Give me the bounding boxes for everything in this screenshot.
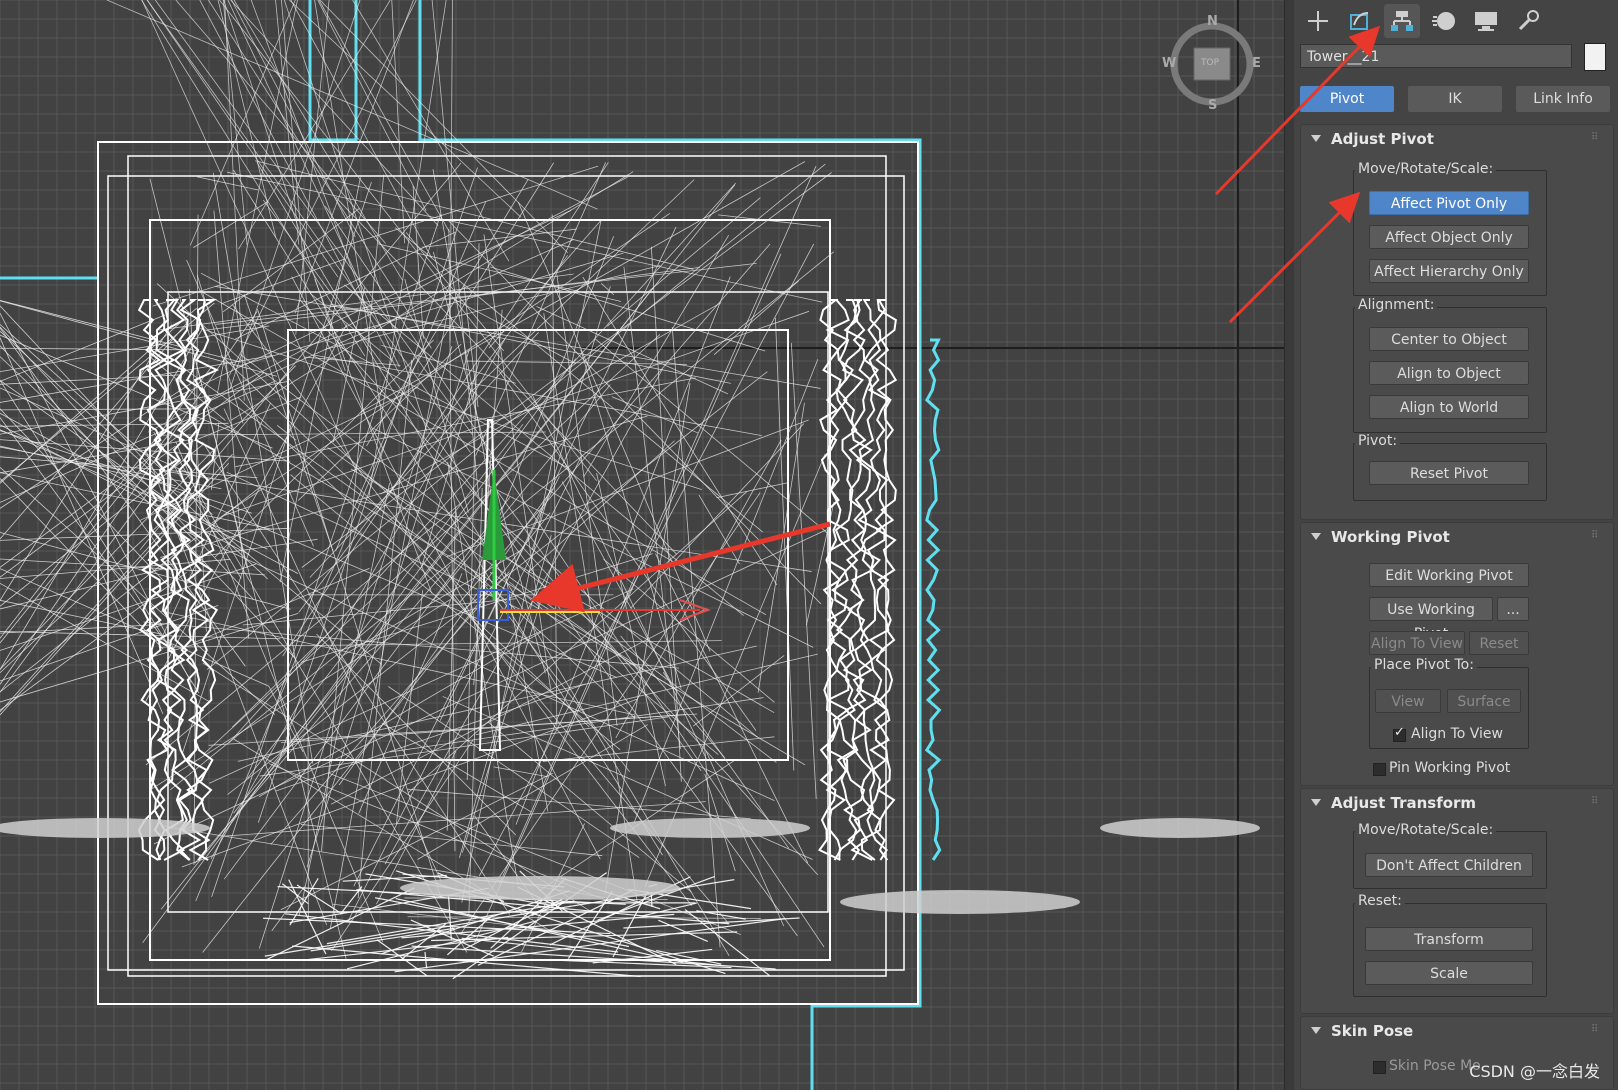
group-label: Place Pivot To:: [1371, 657, 1477, 673]
edit-working-pivot-button[interactable]: Edit Working Pivot: [1369, 563, 1529, 587]
affect-hierarchy-only-button[interactable]: Affect Hierarchy Only: [1369, 259, 1529, 283]
compass-s[interactable]: S: [1208, 98, 1217, 113]
grip-icon: ⠿: [1591, 1024, 1599, 1035]
dont-affect-children-button[interactable]: Don't Affect Children: [1365, 853, 1533, 877]
align-to-view-checkbox-label: Align To View: [1411, 726, 1503, 742]
align-to-world-button[interactable]: Align to World: [1369, 395, 1529, 419]
working-pivot-header[interactable]: Working Pivot ⠿: [1301, 523, 1613, 553]
utilities-tab[interactable]: [1510, 4, 1546, 38]
skin-pose-mode-checkbox[interactable]: [1373, 1061, 1386, 1074]
motion-tab[interactable]: [1426, 4, 1462, 38]
grip-icon: ⠿: [1591, 530, 1599, 541]
viewcube-face-label[interactable]: TOP: [1201, 58, 1219, 68]
rollout-title: Adjust Pivot: [1331, 130, 1434, 148]
place-pivot-view-button[interactable]: View: [1375, 689, 1441, 713]
pin-working-pivot-checkbox[interactable]: [1373, 763, 1386, 776]
working-pivot-rollout: Working Pivot ⠿ Edit Working Pivot Use W…: [1300, 522, 1614, 786]
compass-n[interactable]: N: [1207, 14, 1218, 29]
collapse-triangle-icon: [1311, 533, 1321, 540]
compass-e[interactable]: E: [1252, 56, 1261, 71]
adjust-pivot-rollout: Adjust Pivot ⠿ Move/Rotate/Scale: Affect…: [1300, 124, 1614, 520]
group-label: Reset:: [1355, 893, 1405, 909]
command-panel: Tower__21 Pivot IK Link Info Adjust Pivo…: [1294, 0, 1618, 1090]
tab-link-info[interactable]: Link Info: [1516, 86, 1610, 112]
adjust-transform-header[interactable]: Adjust Transform ⠿: [1301, 789, 1613, 819]
group-label: Move/Rotate/Scale:: [1355, 822, 1497, 838]
affect-object-only-button[interactable]: Affect Object Only: [1369, 225, 1529, 249]
wireframe-scene: [0, 0, 1284, 1090]
create-tab[interactable]: [1300, 4, 1336, 38]
utilities-icon: [1518, 10, 1539, 31]
hierarchy-icon: [1391, 11, 1413, 31]
rollout-title: Adjust Transform: [1331, 794, 1477, 812]
tab-pivot[interactable]: Pivot: [1300, 86, 1394, 112]
adjust-transform-rollout: Adjust Transform ⠿ Move/Rotate/Scale: Do…: [1300, 788, 1614, 1014]
group-label: Pivot:: [1355, 433, 1401, 449]
display-tab[interactable]: [1468, 4, 1504, 38]
reset-working-pivot-button[interactable]: Reset: [1469, 631, 1529, 655]
use-working-pivot-button[interactable]: Use Working Pivot: [1369, 597, 1493, 642]
viewport-top[interactable]: TOP N S W E: [0, 0, 1284, 1090]
group-label: Move/Rotate/Scale:: [1355, 161, 1497, 177]
align-to-view-checkbox[interactable]: [1393, 725, 1406, 742]
reset-scale-button[interactable]: Scale: [1365, 961, 1533, 985]
align-to-object-button[interactable]: Align to Object: [1369, 361, 1529, 385]
modify-icon: [1350, 12, 1369, 30]
skin-pose-mode-label: Skin Pose Mo: [1389, 1058, 1481, 1074]
center-to-object-button[interactable]: Center to Object: [1369, 327, 1529, 351]
reset-pivot-button[interactable]: Reset Pivot: [1369, 461, 1529, 485]
affect-pivot-only-button[interactable]: Affect Pivot Only: [1369, 191, 1529, 215]
rollout-title: Skin Pose: [1331, 1022, 1414, 1040]
skin-pose-header[interactable]: Skin Pose ⠿: [1301, 1017, 1613, 1047]
collapse-triangle-icon: [1311, 135, 1321, 142]
tab-ik[interactable]: IK: [1408, 86, 1502, 112]
compass-w[interactable]: W: [1162, 56, 1176, 71]
display-icon: [1475, 12, 1497, 31]
watermark: CSDN @一念白发: [1469, 1062, 1600, 1081]
create-icon: [1308, 11, 1328, 31]
object-name-field[interactable]: Tower__21: [1300, 44, 1572, 68]
motion-icon: [1432, 12, 1455, 30]
adjust-pivot-header[interactable]: Adjust Pivot ⠿: [1301, 125, 1613, 155]
working-pivot-options-button[interactable]: ...: [1497, 597, 1529, 621]
hierarchy-tab[interactable]: [1384, 4, 1420, 38]
object-color-swatch[interactable]: [1584, 43, 1606, 71]
grip-icon: ⠿: [1591, 796, 1599, 807]
viewcube[interactable]: TOP N S W E: [1162, 14, 1261, 113]
align-to-view-button[interactable]: Align To View: [1369, 631, 1465, 655]
collapse-triangle-icon: [1311, 799, 1321, 806]
collapse-triangle-icon: [1311, 1027, 1321, 1034]
group-label: Alignment:: [1355, 297, 1438, 313]
reset-transform-button[interactable]: Transform: [1365, 927, 1533, 951]
grip-icon: ⠿: [1591, 132, 1599, 143]
modify-tab[interactable]: [1342, 4, 1378, 38]
place-pivot-surface-button[interactable]: Surface: [1447, 689, 1521, 713]
rollout-title: Working Pivot: [1331, 528, 1450, 546]
pin-working-pivot-label: Pin Working Pivot: [1389, 760, 1511, 776]
